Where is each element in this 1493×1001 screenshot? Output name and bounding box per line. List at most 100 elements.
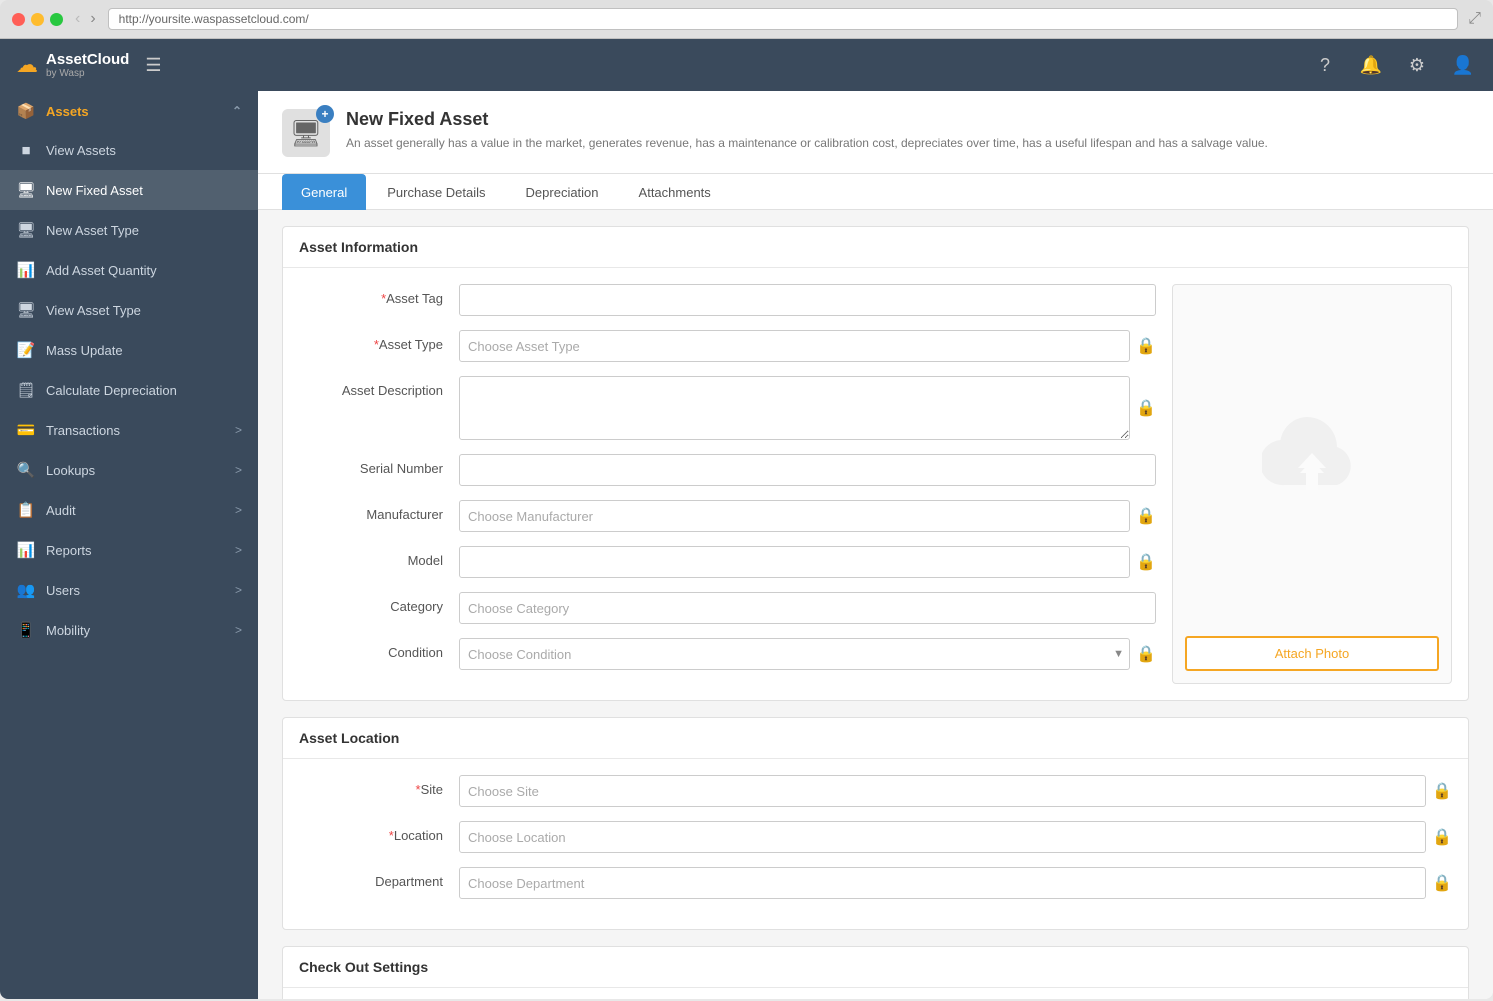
address-bar[interactable]: http://yoursite.waspassetcloud.com/ xyxy=(108,8,1459,30)
notifications-button[interactable]: 🔔 xyxy=(1357,51,1385,79)
sidebar-item-calculate-depreciation[interactable]: 🗒 Calculate Depreciation xyxy=(0,370,258,410)
asset-information-body: *Asset Tag *Asset Type xyxy=(283,268,1468,700)
sidebar-assets-label: Assets xyxy=(46,104,222,119)
site-input[interactable] xyxy=(459,775,1426,807)
sidebar-item-new-asset-type[interactable]: 🖥 New Asset Type xyxy=(0,210,258,250)
logo-icon: ☁ xyxy=(16,52,38,78)
page-header-text: New Fixed Asset An asset generally has a… xyxy=(346,109,1268,152)
tab-general[interactable]: General xyxy=(282,174,366,210)
sidebar-item-mass-update[interactable]: 📝 Mass Update xyxy=(0,330,258,370)
sidebar-item-audit[interactable]: 📋 Audit > xyxy=(0,490,258,530)
hamburger-button[interactable]: ☰ xyxy=(145,55,161,76)
asset-type-lock-icon[interactable]: 🔒 xyxy=(1136,336,1156,356)
sidebar-item-new-fixed-asset[interactable]: 🖥 New Fixed Asset xyxy=(0,170,258,210)
checkout-settings-title: Check Out Settings xyxy=(283,947,1468,988)
tab-attachments[interactable]: Attachments xyxy=(620,174,730,210)
forward-button[interactable]: › xyxy=(88,10,97,28)
condition-select[interactable]: Choose Condition xyxy=(459,638,1130,670)
back-button[interactable]: ‹ xyxy=(73,10,82,28)
condition-lock-icon[interactable]: 🔒 xyxy=(1136,644,1156,664)
audit-icon: 📋 xyxy=(16,501,36,519)
sidebar-view-assets-label: View Assets xyxy=(46,143,242,158)
help-button[interactable]: ? xyxy=(1311,51,1339,79)
sidebar-item-reports[interactable]: 📊 Reports > xyxy=(0,530,258,570)
location-lock-icon[interactable]: 🔒 xyxy=(1432,827,1452,847)
asset-description-row: Asset Description 🔒 xyxy=(299,376,1156,440)
asset-tag-control xyxy=(459,284,1156,316)
settings-button[interactable]: ⚙ xyxy=(1403,51,1431,79)
sidebar: 📦 Assets ⌃ ■ View Assets 🖥 New Fixed Ass… xyxy=(0,91,258,999)
app-body: 📦 Assets ⌃ ■ View Assets 🖥 New Fixed Ass… xyxy=(0,91,1493,999)
asset-type-input[interactable] xyxy=(459,330,1130,362)
asset-description-label: Asset Description xyxy=(299,376,459,398)
sidebar-item-add-asset-quantity[interactable]: 📊 Add Asset Quantity xyxy=(0,250,258,290)
asset-tag-label: *Asset Tag xyxy=(299,284,459,306)
department-row: Department 🔒 xyxy=(299,867,1452,899)
sidebar-view-asset-type-label: View Asset Type xyxy=(46,303,242,318)
sidebar-item-transactions[interactable]: 💳 Transactions > xyxy=(0,410,258,450)
asset-information-title: Asset Information xyxy=(283,227,1468,268)
sidebar-transactions-label: Transactions xyxy=(46,423,225,438)
expand-button[interactable]: ⤢ xyxy=(1468,10,1481,28)
asset-type-required: * xyxy=(374,337,379,352)
location-input[interactable] xyxy=(459,821,1426,853)
asset-location-title: Asset Location xyxy=(283,718,1468,759)
manufacturer-lock-icon[interactable]: 🔒 xyxy=(1136,506,1156,526)
location-control: 🔒 xyxy=(459,821,1452,853)
model-label: Model xyxy=(299,546,459,568)
calculate-depreciation-icon: 🗒 xyxy=(16,381,36,399)
manufacturer-label: Manufacturer xyxy=(299,500,459,522)
tab-depreciation[interactable]: Depreciation xyxy=(507,174,618,210)
page-icon: 🖥 + xyxy=(282,109,330,157)
photo-area: Attach Photo xyxy=(1172,284,1452,684)
department-lock-icon[interactable]: 🔒 xyxy=(1432,873,1452,893)
photo-placeholder xyxy=(1242,285,1382,624)
reports-icon: 📊 xyxy=(16,541,36,559)
minimize-traffic-light[interactable] xyxy=(31,13,44,26)
sidebar-item-assets[interactable]: 📦 Assets ⌃ xyxy=(0,91,258,131)
sidebar-item-users[interactable]: 👥 Users > xyxy=(0,570,258,610)
tab-purchase-details[interactable]: Purchase Details xyxy=(368,174,504,210)
sidebar-item-lookups[interactable]: 🔍 Lookups > xyxy=(0,450,258,490)
add-asset-quantity-icon: 📊 xyxy=(16,261,36,279)
category-label: Category xyxy=(299,592,459,614)
maximize-traffic-light[interactable] xyxy=(50,13,63,26)
site-control: 🔒 xyxy=(459,775,1452,807)
site-lock-icon[interactable]: 🔒 xyxy=(1432,781,1452,801)
asset-description-lock-icon[interactable]: 🔒 xyxy=(1136,398,1156,418)
model-input[interactable] xyxy=(459,546,1130,578)
new-asset-type-icon: 🖥 xyxy=(16,221,36,239)
asset-tag-row: *Asset Tag xyxy=(299,284,1156,316)
manufacturer-input[interactable] xyxy=(459,500,1130,532)
logo-text: AssetCloud xyxy=(46,51,129,68)
category-input[interactable] xyxy=(459,592,1156,624)
manufacturer-control: 🔒 xyxy=(459,500,1156,532)
asset-description-input[interactable] xyxy=(459,376,1130,440)
model-lock-icon[interactable]: 🔒 xyxy=(1136,552,1156,572)
asset-type-row: *Asset Type 🔒 xyxy=(299,330,1156,362)
asset-form-grid: *Asset Tag *Asset Type xyxy=(299,284,1452,684)
serial-number-input[interactable] xyxy=(459,454,1156,486)
site-row: *Site 🔒 xyxy=(299,775,1452,807)
model-row: Model 🔒 xyxy=(299,546,1156,578)
sidebar-item-view-asset-type[interactable]: 🖥 View Asset Type xyxy=(0,290,258,330)
attach-photo-button[interactable]: Attach Photo xyxy=(1185,636,1439,671)
user-button[interactable]: 👤 xyxy=(1449,51,1477,79)
close-traffic-light[interactable] xyxy=(12,13,25,26)
location-required: * xyxy=(389,828,394,843)
asset-location-section: Asset Location *Site 🔒 xyxy=(282,717,1469,930)
department-input[interactable] xyxy=(459,867,1426,899)
sidebar-item-mobility[interactable]: 📱 Mobility > xyxy=(0,610,258,650)
app-wrapper: ☁ AssetCloud by Wasp ☰ ? 🔔 ⚙ 👤 📦 Assets … xyxy=(0,39,1493,999)
sidebar-reports-label: Reports xyxy=(46,543,225,558)
sidebar-calculate-depreciation-label: Calculate Depreciation xyxy=(46,383,242,398)
location-row: *Location 🔒 xyxy=(299,821,1452,853)
asset-information-section: Asset Information *Asset Tag xyxy=(282,226,1469,701)
sidebar-item-view-assets[interactable]: ■ View Assets xyxy=(0,131,258,170)
users-icon: 👥 xyxy=(16,581,36,599)
new-fixed-asset-icon: 🖥 xyxy=(16,181,36,199)
serial-number-label: Serial Number xyxy=(299,454,459,476)
logo-subtext: by Wasp xyxy=(46,68,129,79)
asset-tag-input[interactable] xyxy=(459,284,1156,316)
sidebar-lookups-label: Lookups xyxy=(46,463,225,478)
